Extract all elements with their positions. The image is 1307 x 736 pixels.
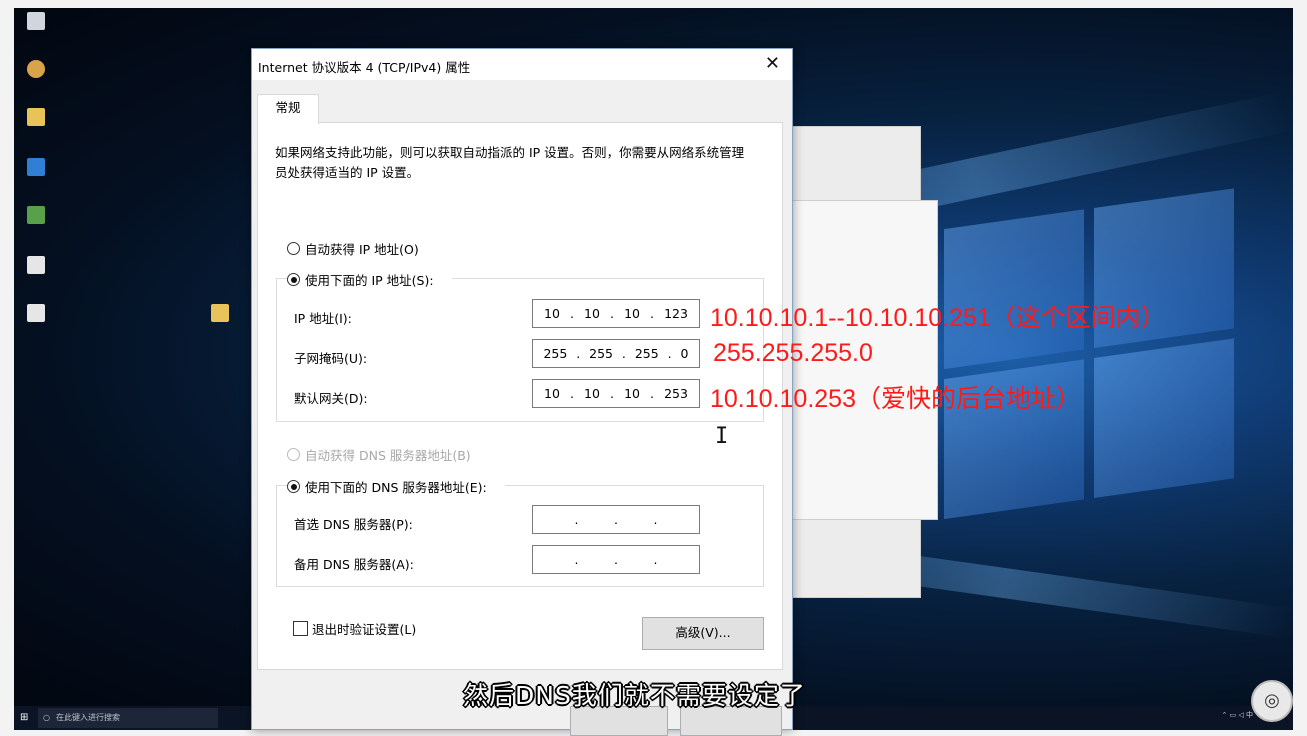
subnet-mask-field[interactable]: 255. 255. 255. 0: [532, 339, 700, 368]
desktop-icon-network[interactable]: [16, 206, 56, 226]
alternate-dns-label: 备用 DNS 服务器(A):: [294, 557, 414, 572]
alternate-dns-field[interactable]: ...: [532, 545, 700, 574]
desktop-icon-file-2[interactable]: [16, 304, 56, 324]
use-ip-radio[interactable]: 使用下面的 IP 地址(S):: [287, 270, 452, 289]
gateway-field[interactable]: 10. 10. 10. 253: [532, 379, 700, 408]
annotation-subnet: 255.255.255.0: [713, 339, 873, 367]
radio-button[interactable]: [287, 273, 300, 286]
description-text: 如果网络支持此功能，则可以获取自动指派的 IP 设置。否则，你需要从网络系统管理…: [275, 145, 745, 180]
auto-ip-radio[interactable]: 自动获得 IP 地址(O): [287, 239, 419, 258]
validate-checkbox-row[interactable]: 退出时验证设置(L): [293, 619, 416, 638]
search-icon: ○: [43, 713, 50, 722]
ip-address-field[interactable]: 10. 10. 10. 123: [532, 299, 700, 328]
general-panel: 如果网络支持此功能，则可以获取自动指派的 IP 设置。否则，你需要从网络系统管理…: [257, 122, 783, 670]
tab-general[interactable]: 常规: [257, 94, 319, 124]
desktop-icon-edge[interactable]: [16, 158, 56, 178]
desktop-icon-recycle-bin[interactable]: [16, 12, 56, 32]
validate-checkbox[interactable]: [293, 621, 308, 636]
desktop-icon-folder[interactable]: [16, 108, 56, 128]
desktop-icon-ultraiso[interactable]: [16, 60, 56, 80]
title-bar[interactable]: Internet 协议版本 4 (TCP/IPv4) 属性 ✕: [252, 49, 792, 80]
video-subtitle: 然后DNS我们就不需要设定了: [463, 681, 806, 710]
annotation-ip-range: 10.10.10.1--10.10.10.251（这个区间内）: [710, 304, 1166, 332]
close-icon[interactable]: ✕: [765, 53, 780, 75]
preferred-dns-field[interactable]: ...: [532, 505, 700, 534]
dialog-title: Internet 协议版本 4 (TCP/IPv4) 属性: [258, 60, 471, 75]
auto-dns-radio: 自动获得 DNS 服务器地址(B): [287, 445, 471, 464]
channel-logo-icon: ◎: [1251, 680, 1293, 722]
use-dns-radio[interactable]: 使用下面的 DNS 服务器地址(E):: [287, 477, 505, 496]
windows-wallpaper-logo: [944, 187, 1244, 529]
subnet-mask-label: 子网掩码(U):: [294, 351, 368, 366]
advanced-button[interactable]: 高级(V)...: [642, 617, 764, 650]
text-cursor-icon: I: [715, 424, 729, 449]
windows-logo-icon[interactable]: ⊞: [20, 712, 32, 724]
preferred-dns-label: 首选 DNS 服务器(P):: [294, 517, 413, 532]
radio-button[interactable]: [287, 480, 300, 493]
taskbar-search[interactable]: ○ 在此键入进行搜索: [38, 708, 218, 728]
desktop-icon-file[interactable]: [16, 256, 56, 276]
desktop-icon-folder-2[interactable]: [200, 304, 240, 324]
annotation-gateway: 10.10.10.253（爱快的后台地址）: [710, 385, 1081, 413]
radio-button: [287, 448, 300, 461]
radio-button[interactable]: [287, 242, 300, 255]
system-tray[interactable]: ⌃ ▭ ◁ 中: [1221, 710, 1253, 720]
gateway-label: 默认网关(D):: [294, 391, 368, 406]
ip-address-label: IP 地址(I):: [294, 311, 352, 326]
